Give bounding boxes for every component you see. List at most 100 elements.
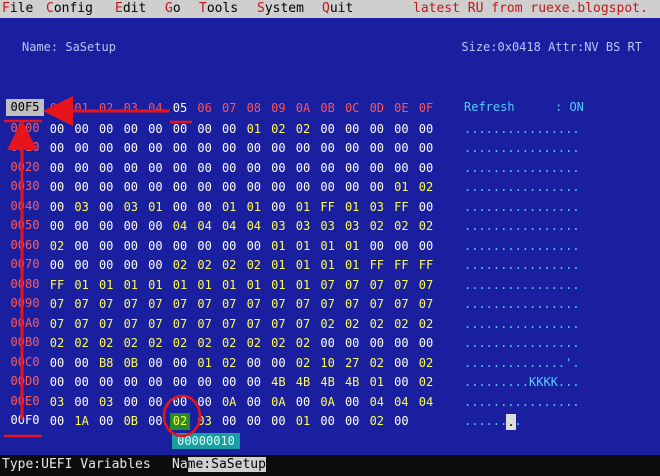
hex-byte[interactable]: 00 (72, 178, 92, 197)
hex-byte[interactable]: 10 (318, 354, 338, 373)
hex-byte[interactable]: 00 (195, 237, 215, 256)
hex-byte[interactable]: 00 (121, 139, 141, 158)
hex-byte[interactable]: 00 (96, 412, 116, 431)
hex-byte[interactable]: 00 (416, 198, 436, 217)
hex-byte[interactable]: 00 (47, 354, 67, 373)
hex-byte[interactable]: 00 (342, 393, 362, 412)
hex-byte[interactable]: 07 (293, 315, 313, 334)
hex-byte[interactable]: 02 (170, 256, 190, 275)
hex-byte[interactable]: 00 (145, 256, 165, 275)
hex-byte[interactable]: 00 (195, 373, 215, 392)
hex-byte[interactable]: 03 (318, 217, 338, 236)
hex-byte[interactable]: 00 (244, 178, 264, 197)
hex-byte[interactable]: 00 (342, 334, 362, 353)
hex-byte[interactable]: 00 (47, 373, 67, 392)
hex-byte[interactable]: 00 (121, 178, 141, 197)
hex-byte[interactable]: 0A (219, 393, 239, 412)
hex-byte[interactable]: 01 (293, 256, 313, 275)
hex-byte[interactable]: 07 (293, 295, 313, 314)
hex-byte[interactable]: 00 (170, 354, 190, 373)
hex-byte[interactable]: 02 (293, 334, 313, 353)
hex-byte[interactable]: 01 (195, 354, 215, 373)
hex-byte[interactable]: 01 (244, 198, 264, 217)
hex-byte[interactable]: 00 (145, 120, 165, 139)
hex-byte[interactable]: 04 (170, 217, 190, 236)
hex-byte[interactable]: 00 (367, 159, 387, 178)
hex-byte[interactable]: 00 (145, 159, 165, 178)
hex-byte[interactable]: FF (367, 256, 387, 275)
hex-byte[interactable]: 00 (219, 373, 239, 392)
hex-byte[interactable]: 07 (96, 315, 116, 334)
hex-byte[interactable]: 02 (268, 334, 288, 353)
hex-byte[interactable]: 00 (96, 178, 116, 197)
hex-byte[interactable]: 01 (268, 237, 288, 256)
hex-byte[interactable]: 00 (72, 120, 92, 139)
hex-byte[interactable]: 00 (391, 412, 411, 431)
hex-byte[interactable]: 01 (342, 237, 362, 256)
hex-byte[interactable]: 00 (244, 393, 264, 412)
hex-byte[interactable]: 07 (244, 315, 264, 334)
hex-byte[interactable]: 02 (342, 315, 362, 334)
hex-byte[interactable]: 03 (293, 217, 313, 236)
hex-byte[interactable]: 03 (195, 412, 215, 431)
hex-byte[interactable]: 02 (416, 217, 436, 236)
hex-byte[interactable]: 00 (416, 334, 436, 353)
hex-byte[interactable]: 07 (121, 295, 141, 314)
hex-byte[interactable]: 00 (145, 217, 165, 236)
hex-byte[interactable]: 00 (416, 120, 436, 139)
hex-byte[interactable]: 07 (367, 276, 387, 295)
hex-byte[interactable]: 00 (195, 120, 215, 139)
hex-byte[interactable]: 00 (293, 159, 313, 178)
hex-byte[interactable]: 00 (72, 354, 92, 373)
hex-byte[interactable]: 02 (416, 373, 436, 392)
hex-byte[interactable]: 00 (318, 139, 338, 158)
hex-byte[interactable]: 00 (121, 217, 141, 236)
menu-tools[interactable]: Tools (199, 1, 238, 16)
hex-byte[interactable]: 02 (96, 334, 116, 353)
hex-byte[interactable]: 00 (244, 237, 264, 256)
hex-byte[interactable]: 02 (293, 354, 313, 373)
hex-byte[interactable]: 4B (318, 373, 338, 392)
hex-byte[interactable]: 00 (195, 159, 215, 178)
hex-byte[interactable]: 00 (342, 178, 362, 197)
hex-byte[interactable]: 07 (145, 315, 165, 334)
hex-byte[interactable]: 01 (121, 276, 141, 295)
hex-byte[interactable]: 07 (416, 295, 436, 314)
hex-byte[interactable]: 00 (391, 334, 411, 353)
hex-byte[interactable]: 00 (72, 393, 92, 412)
hex-byte[interactable]: 00 (96, 256, 116, 275)
hex-byte[interactable]: 07 (145, 295, 165, 314)
hex-byte[interactable]: 00 (244, 354, 264, 373)
hex-byte[interactable]: 4B (268, 373, 288, 392)
hex-byte[interactable]: 02 (318, 315, 338, 334)
hex-byte[interactable]: 07 (47, 295, 67, 314)
hex-byte[interactable]: 07 (219, 295, 239, 314)
hex-byte[interactable]: 00 (145, 373, 165, 392)
hex-byte[interactable]: 00 (318, 412, 338, 431)
hex-byte[interactable]: 02 (391, 217, 411, 236)
hex-byte[interactable]: 00 (219, 412, 239, 431)
hex-byte[interactable]: 04 (416, 393, 436, 412)
hex-byte[interactable]: 01 (342, 256, 362, 275)
hex-byte[interactable]: 00 (145, 412, 165, 431)
hex-byte[interactable]: 00 (170, 373, 190, 392)
hex-byte[interactable]: 07 (318, 276, 338, 295)
hex-byte[interactable]: 07 (47, 315, 67, 334)
hex-byte[interactable]: FF (416, 256, 436, 275)
hex-byte[interactable]: 07 (342, 295, 362, 314)
hex-byte[interactable]: 01 (145, 198, 165, 217)
hex-byte[interactable]: 00 (391, 237, 411, 256)
hex-byte[interactable]: 00 (195, 198, 215, 217)
hex-byte[interactable]: 00 (268, 178, 288, 197)
hex-byte[interactable]: 00 (342, 139, 362, 158)
hex-byte[interactable]: 02 (244, 334, 264, 353)
hex-byte[interactable]: 07 (342, 276, 362, 295)
hex-byte[interactable]: 07 (367, 295, 387, 314)
hex-byte[interactable]: 07 (170, 295, 190, 314)
hex-byte[interactable]: 01 (219, 276, 239, 295)
hex-byte[interactable]: 02 (416, 315, 436, 334)
hex-byte[interactable]: 00 (170, 159, 190, 178)
hex-byte[interactable]: 00 (72, 237, 92, 256)
hex-byte[interactable]: 02 (367, 412, 387, 431)
hex-byte[interactable]: 00 (96, 217, 116, 236)
